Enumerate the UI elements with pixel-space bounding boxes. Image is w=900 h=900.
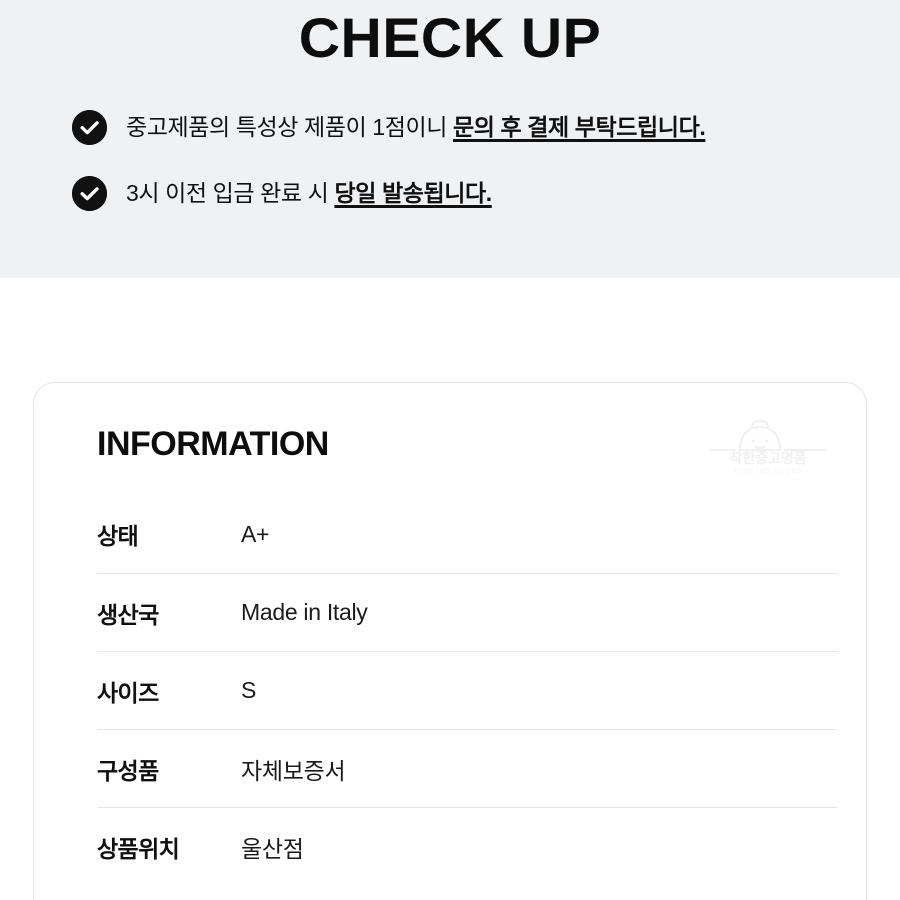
information-row: 상품위치 울산점 [97,807,837,885]
information-row-value: 자체보증서 [241,757,346,784]
information-row: 사이즈 S [97,651,837,729]
watermark-brand-text: 착한중고명품 [729,450,806,466]
section-spacer [0,278,900,382]
watermark-sub-text: KIND 2ND GOODS [734,469,803,475]
product-detail-page: CHECK UP 중고제품의 특성상 제품이 1점이니 문의 후 결제 부탁드립… [0,0,900,900]
information-table: 상태 A+ 생산국 Made in Italy 사이즈 S 구성품 자체보증서 … [97,495,837,885]
checkup-bullet-text: 중고제품의 특성상 제품이 1점이니 문의 후 결제 부탁드립니다. [126,108,706,146]
check-circle-icon [72,176,107,211]
checkup-bullet-item: 3시 이전 입금 완료 시 당일 발송됩니다. [72,174,882,212]
check-circle-icon [72,110,107,145]
checkup-title: CHECK UP [298,6,602,69]
information-row-label: 상태 [97,523,139,549]
information-row-value: S [241,677,257,703]
checkup-bullet-emphasis: 문의 후 결제 부탁드립니다. [453,114,706,140]
brand-watermark: 착한중고명품 KIND 2ND GOODS [710,419,826,477]
information-row: 생산국 Made in Italy [97,573,837,651]
information-row-label: 상품위치 [97,835,180,862]
information-row-label: 구성품 [97,757,159,784]
information-row-value: Made in Italy [241,599,368,625]
information-row: 상태 A+ [97,495,837,573]
checkup-section: CHECK UP 중고제품의 특성상 제품이 1점이니 문의 후 결제 부탁드립… [0,0,900,278]
checkup-bullet-plain: 3시 이전 입금 완료 시 [126,180,335,206]
checkup-bullet-text: 3시 이전 입금 완료 시 당일 발송됩니다. [126,174,492,212]
checkup-bullet-list: 중고제품의 특성상 제품이 1점이니 문의 후 결제 부탁드립니다. 3시 이전… [72,108,882,240]
checkup-bullet-plain: 중고제품의 특성상 제품이 1점이니 [126,114,453,140]
information-card: INFORMATION 착한중고명품 KIND 2ND GOODS 상태 A+ … [33,382,867,900]
information-row: 구성품 자체보증서 [97,729,837,807]
checkup-bullet-item: 중고제품의 특성상 제품이 1점이니 문의 후 결제 부탁드립니다. [72,108,882,146]
information-row-value: 울산점 [241,835,304,862]
checkup-bullet-emphasis: 당일 발송됩니다. [334,180,492,206]
information-row-label: 생산국 [97,601,159,628]
information-row-value: A+ [241,520,270,547]
information-row-label: 사이즈 [97,679,159,706]
information-title: INFORMATION [97,425,329,463]
